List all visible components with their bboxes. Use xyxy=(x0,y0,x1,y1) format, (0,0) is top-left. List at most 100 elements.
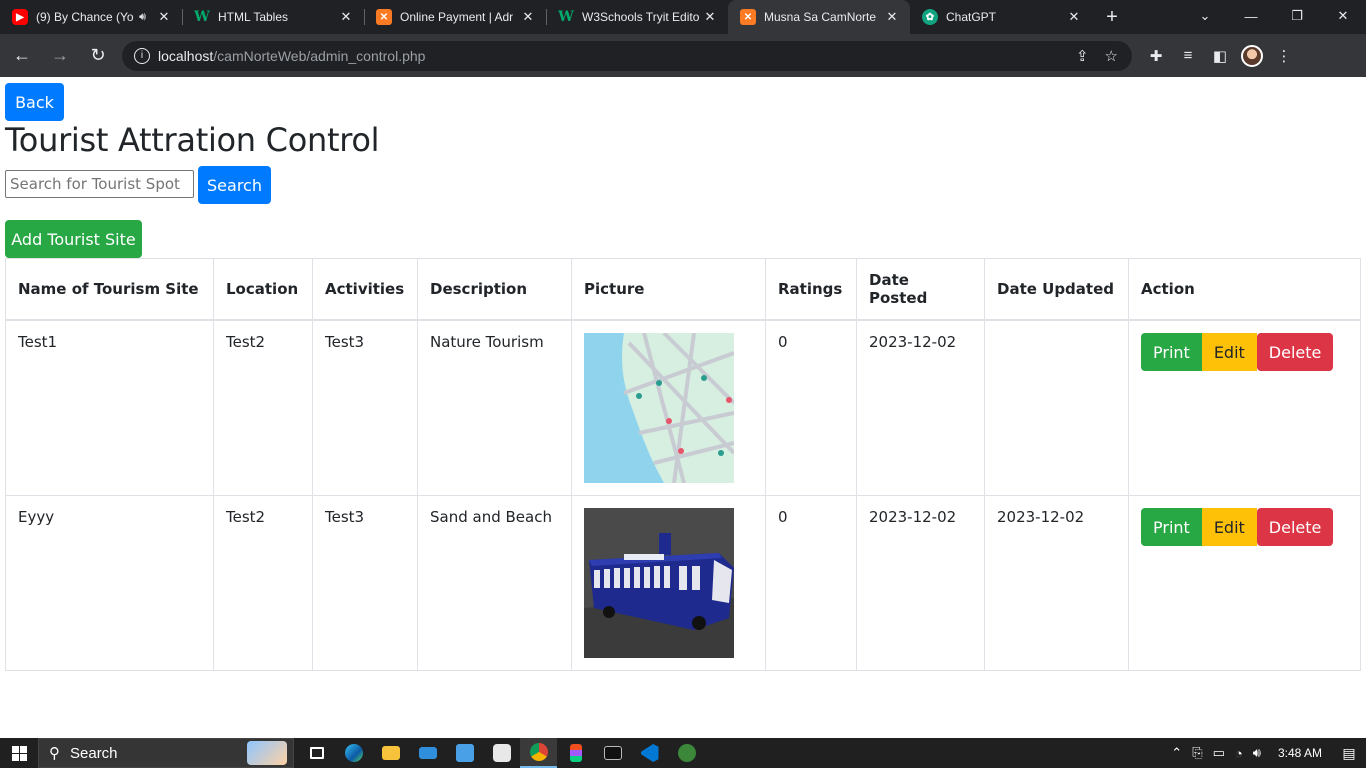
start-button[interactable] xyxy=(0,738,38,768)
edit-button[interactable]: Edit xyxy=(1201,333,1257,371)
tab-title: Online Payment | Adr xyxy=(400,10,514,24)
table-header-row: Name of Tourism Site Location Activities… xyxy=(5,258,1361,321)
close-window-button[interactable]: ✕ xyxy=(1320,0,1366,32)
map-pin-icon xyxy=(656,380,662,386)
search-highlight-image xyxy=(247,741,287,765)
cell-date-updated: 2023-12-02 xyxy=(984,495,1129,671)
youtube-icon: ▶ xyxy=(12,9,28,25)
taskbar-search-label: Search xyxy=(70,744,118,762)
cell-picture xyxy=(571,495,766,671)
tourist-sites-table: Name of Tourism Site Location Activities… xyxy=(5,258,1361,671)
tab-online-payment[interactable]: ✕ Online Payment | Adr ✕ xyxy=(364,0,546,34)
close-tab-icon[interactable]: ✕ xyxy=(884,9,900,25)
map-pin-icon xyxy=(666,418,672,424)
nodejs-icon[interactable] xyxy=(668,738,705,768)
notifications-icon[interactable]: ▤ xyxy=(1332,738,1366,768)
tab-youtube[interactable]: ▶ (9) By Chance (Yo 🔊︎ ✕ xyxy=(0,0,182,34)
column-header: Date Posted xyxy=(856,258,985,321)
print-button[interactable]: Print xyxy=(1141,333,1202,371)
cell-activities: Test3 xyxy=(312,319,418,496)
close-tab-icon[interactable]: ✕ xyxy=(156,9,172,25)
address-bar[interactable]: i localhost/camNorteWeb/admin_control.ph… xyxy=(122,40,1132,71)
menu-kebab-icon[interactable]: ⋮ xyxy=(1268,40,1300,72)
avatar xyxy=(1241,44,1263,67)
close-tab-icon[interactable]: ✕ xyxy=(520,9,536,25)
edit-button[interactable]: Edit xyxy=(1201,508,1257,546)
meet-now-icon[interactable]: ⎘ xyxy=(1192,745,1202,761)
volume-icon[interactable]: 🔊︎ xyxy=(1253,745,1261,761)
mail-icon[interactable] xyxy=(409,738,446,768)
figma-icon[interactable] xyxy=(557,738,594,768)
search-input[interactable] xyxy=(5,170,194,198)
tab-title: W3Schools Tryit Edito xyxy=(582,10,700,24)
cell-date-posted: 2023-12-02 xyxy=(856,495,985,671)
file-explorer-icon[interactable] xyxy=(372,738,409,768)
table-row: Test1 Test2 Test3 Nature Tourism 0 2023-… xyxy=(5,319,1361,496)
tab-search-icon[interactable]: ⌄ xyxy=(1182,0,1228,32)
share-icon[interactable]: ⇪ xyxy=(1076,47,1089,65)
wifi-icon[interactable]: ◔ xyxy=(1235,746,1243,761)
action-buttons: Print Edit Delete xyxy=(1141,508,1348,546)
chrome-icon[interactable] xyxy=(520,738,557,768)
map-pin-icon xyxy=(678,448,684,454)
cell-date-updated xyxy=(984,319,1129,496)
extensions-icon[interactable]: ✚ xyxy=(1140,40,1172,72)
map-thumbnail xyxy=(584,333,734,483)
tab-chatgpt[interactable]: ✿ ChatGPT ✕ xyxy=(910,0,1092,34)
xampp-icon: ✕ xyxy=(376,9,392,25)
delete-button[interactable]: Delete xyxy=(1256,333,1334,371)
taskbar-search-box[interactable]: ⚲ Search xyxy=(38,738,294,768)
battery-icon[interactable]: ▭ xyxy=(1213,745,1225,761)
cell-location: Test2 xyxy=(213,495,313,671)
media-controls-icon[interactable]: ≡ xyxy=(1172,40,1204,72)
close-tab-icon[interactable]: ✕ xyxy=(338,9,354,25)
page-title: Tourist Attration Control xyxy=(5,121,380,159)
search-icon: ⚲ xyxy=(49,745,60,762)
print-button[interactable]: Print xyxy=(1141,508,1202,546)
bus-sign xyxy=(659,533,671,555)
site-info-icon[interactable]: i xyxy=(134,47,150,64)
tab-musna-sa-camnorte[interactable]: ✕ Musna Sa CamNorte ✕ xyxy=(728,0,910,34)
store-icon[interactable] xyxy=(446,738,483,768)
column-header: Date Updated xyxy=(984,258,1129,321)
minimize-button[interactable]: — xyxy=(1228,0,1274,32)
cell-actions: Print Edit Delete xyxy=(1128,319,1361,496)
cell-name: Test1 xyxy=(5,319,214,496)
cell-description: Sand and Beach xyxy=(417,495,572,671)
map-pin-icon xyxy=(726,397,732,403)
search-button[interactable]: Search xyxy=(198,166,271,204)
bus-windows xyxy=(594,566,700,590)
new-tab-button[interactable]: + xyxy=(1098,3,1126,31)
delete-button[interactable]: Delete xyxy=(1256,508,1334,546)
chevron-up-icon[interactable]: ⌃ xyxy=(1171,745,1182,761)
close-tab-icon[interactable]: ✕ xyxy=(702,9,718,25)
terminal-icon[interactable] xyxy=(594,738,631,768)
speaker-icon[interactable]: 🔊︎ xyxy=(139,11,146,24)
tab-tryit-editor[interactable]: W W3Schools Tryit Edito ✕ xyxy=(546,0,728,34)
add-tourist-site-button[interactable]: Add Tourist Site xyxy=(5,220,142,258)
tab-html-tables[interactable]: W HTML Tables ✕ xyxy=(182,0,364,34)
cell-date-posted: 2023-12-02 xyxy=(856,319,985,496)
column-header: Ratings xyxy=(765,258,857,321)
edge-icon[interactable] xyxy=(335,738,372,768)
cell-picture xyxy=(571,319,766,496)
map-pin-icon xyxy=(701,375,707,381)
clock-app-icon[interactable] xyxy=(483,738,520,768)
browser-tab-strip: ▶ (9) By Chance (Yo 🔊︎ ✕ W HTML Tables ✕… xyxy=(0,0,1366,34)
vscode-icon[interactable] xyxy=(631,738,668,768)
task-view-icon[interactable] xyxy=(298,738,335,768)
back-arrow-icon[interactable]: ← xyxy=(6,40,38,72)
reload-icon[interactable]: ↻ xyxy=(82,40,114,72)
browser-toolbar: ← → ↻ i localhost/camNorteWeb/admin_cont… xyxy=(0,34,1366,77)
side-panel-icon[interactable]: ◧ xyxy=(1204,40,1236,72)
cell-description: Nature Tourism xyxy=(417,319,572,496)
close-tab-icon[interactable]: ✕ xyxy=(1066,9,1082,25)
back-button[interactable]: Back xyxy=(5,83,64,121)
bookmark-star-icon[interactable]: ☆ xyxy=(1105,47,1118,65)
map-pin-icon xyxy=(636,393,642,399)
taskbar-clock[interactable]: 3:48 AM xyxy=(1278,746,1322,760)
restore-button[interactable]: ❐ xyxy=(1274,0,1320,32)
forward-arrow-icon[interactable]: → xyxy=(44,40,76,72)
profile-avatar[interactable] xyxy=(1236,40,1268,72)
cell-ratings: 0 xyxy=(765,319,857,496)
